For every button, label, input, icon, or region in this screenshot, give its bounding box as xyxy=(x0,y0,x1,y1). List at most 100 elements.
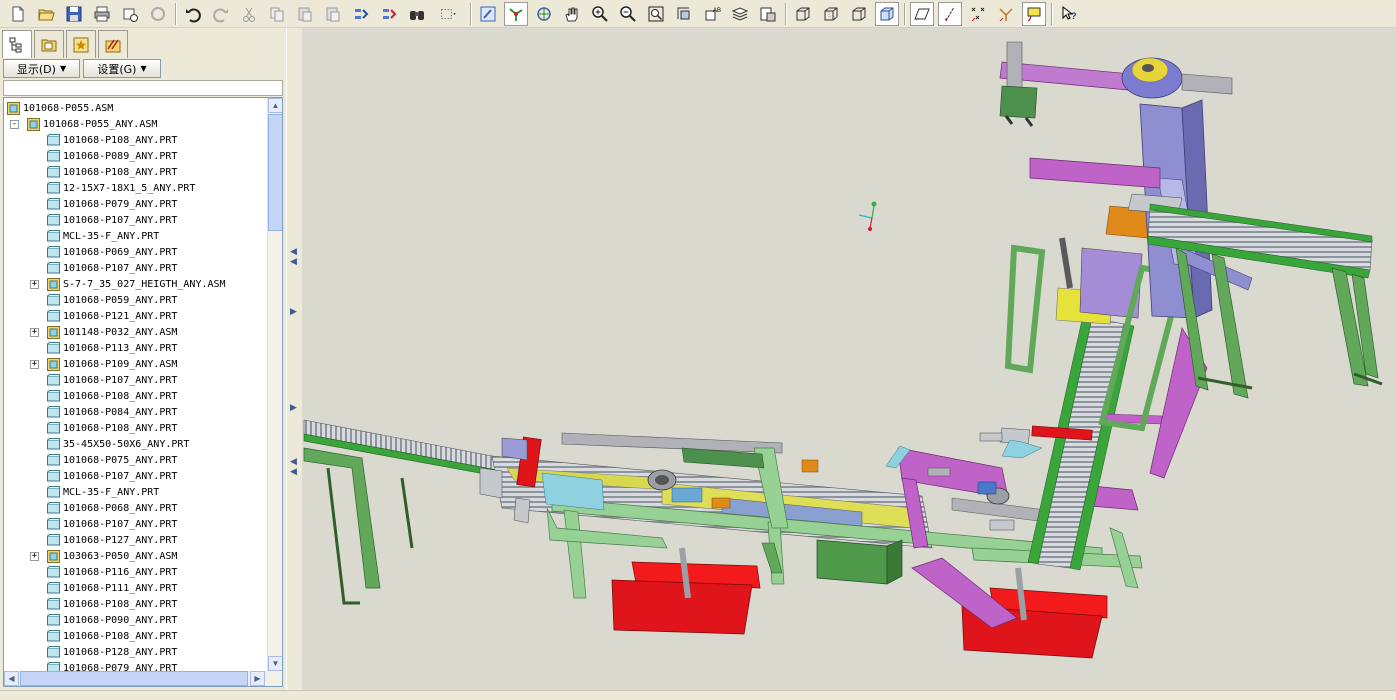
tree-part-item[interactable]: 101068-P079_ANY.PRT xyxy=(47,660,177,671)
tree-vertical-scrollbar[interactable]: ▲ ▼ xyxy=(267,98,282,671)
tree-part-item[interactable]: MCL-35-F_ANY.PRT xyxy=(47,228,159,244)
tree-root-item[interactable]: 101068-P055.ASM xyxy=(7,100,113,116)
collapse-toggle-icon[interactable]: - xyxy=(10,120,19,129)
expand-toggle-icon[interactable]: + xyxy=(30,280,39,289)
tree-part-item[interactable]: 101068-P079_ANY.PRT xyxy=(47,196,177,212)
expand-arrow-icon[interactable]: ▶ xyxy=(290,306,297,317)
expand-toggle-icon[interactable]: + xyxy=(30,552,39,561)
context-help-icon[interactable]: ? xyxy=(1057,2,1081,26)
tree-part-item[interactable]: 101068-P090_ANY.PRT xyxy=(47,612,177,628)
tree-part-item[interactable]: 101068-P107_ANY.PRT xyxy=(47,212,177,228)
scroll-left-icon[interactable]: ◀ xyxy=(4,671,19,686)
datum-points-icon[interactable] xyxy=(966,2,990,26)
tree-part-item[interactable]: 101068-P128_ANY.PRT xyxy=(47,644,177,660)
tree-part-item[interactable]: 101068-P075_ANY.PRT xyxy=(47,452,177,468)
annotations-icon[interactable] xyxy=(1022,1,1046,26)
tree-part-item[interactable]: 101068-P107_ANY.PRT xyxy=(47,372,177,388)
toolbar-separator xyxy=(175,2,176,25)
favorites-tab-icon[interactable] xyxy=(66,30,96,58)
tree-part-item[interactable]: 101068-P108_ANY.PRT xyxy=(47,164,177,180)
tree-part-item[interactable]: 101068-P108_ANY.PRT xyxy=(47,596,177,612)
tree-part-item[interactable]: 101068-P068_ANY.PRT xyxy=(47,500,177,516)
expand-toggle-icon[interactable]: + xyxy=(30,360,39,369)
tree-item-label: 101068-P127_ANY.PRT xyxy=(63,534,178,546)
expand-toggle-icon[interactable]: + xyxy=(30,328,39,337)
shading-icon[interactable] xyxy=(875,1,899,26)
reorient-icon[interactable] xyxy=(672,2,696,26)
graphics-viewport[interactable] xyxy=(302,28,1396,690)
model-tree-tab-icon[interactable] xyxy=(2,30,32,58)
collapse-arrow-icon[interactable]: ◀ xyxy=(290,466,297,477)
no-hidden-icon[interactable] xyxy=(847,2,871,26)
panel-splitter[interactable]: ◀ ◀ ▶ ▶ ◀ ◀ xyxy=(286,28,302,690)
tree-part-item[interactable]: 35-45X50-50X6_ANY.PRT xyxy=(47,436,189,452)
tree-part-item[interactable]: MCL-35-F_ANY.PRT xyxy=(47,484,159,500)
tree-part-item[interactable]: 101068-P069_ANY.PRT xyxy=(47,244,177,260)
assembly-icon xyxy=(47,549,60,563)
regenerate-manager-icon[interactable] xyxy=(377,2,401,26)
refit-icon[interactable] xyxy=(644,2,668,26)
scroll-right-icon[interactable]: ▶ xyxy=(250,671,265,686)
tree-assembly-item[interactable]: 101068-P055_ANY.ASM xyxy=(27,116,157,132)
repaint-icon[interactable] xyxy=(476,2,500,26)
tree-assembly-item[interactable]: 101148-P032_ANY.ASM xyxy=(47,324,177,340)
tree-part-item[interactable]: 12-15X7-18X1_5_ANY.PRT xyxy=(47,180,195,196)
open-folder-icon[interactable] xyxy=(34,2,58,26)
send-mail-icon[interactable] xyxy=(118,2,142,26)
tree-part-item[interactable]: 101068-P089_ANY.PRT xyxy=(47,148,177,164)
tree-part-item[interactable]: 101068-P111_ANY.PRT xyxy=(47,580,177,596)
tree-part-item[interactable]: 101068-P116_ANY.PRT xyxy=(47,564,177,580)
scroll-thumb[interactable] xyxy=(268,114,282,231)
coord-sys-icon[interactable] xyxy=(994,2,1018,26)
part-icon xyxy=(47,533,60,545)
tree-part-item[interactable]: 101068-P084_ANY.PRT xyxy=(47,404,177,420)
tree-assembly-item[interactable]: 101068-P109_ANY.ASM xyxy=(47,356,177,372)
undo-icon[interactable] xyxy=(181,2,205,26)
collapse-arrow-icon[interactable]: ◀ xyxy=(290,256,297,267)
tree-assembly-item[interactable]: S-7-7_35_027_HEIGTH_ANY.ASM xyxy=(47,276,226,292)
zoom-in-icon[interactable] xyxy=(588,2,612,26)
new-file-icon[interactable] xyxy=(6,2,30,26)
folder-browser-tab-icon[interactable] xyxy=(34,30,64,58)
tree-part-item[interactable]: 101068-P059_ANY.PRT xyxy=(47,292,177,308)
display-menu-button[interactable]: 显示(D) ▼ xyxy=(3,59,80,78)
zoom-out-icon[interactable] xyxy=(616,2,640,26)
spin-center-icon[interactable] xyxy=(504,1,528,26)
scroll-down-icon[interactable]: ▼ xyxy=(268,656,282,671)
regenerate-icon[interactable] xyxy=(349,2,373,26)
tree-part-item[interactable]: 101068-P121_ANY.PRT xyxy=(47,308,177,324)
tree-part-item[interactable]: 101068-P127_ANY.PRT xyxy=(47,532,177,548)
tree-part-item[interactable]: 101068-P107_ANY.PRT xyxy=(47,468,177,484)
scroll-thumb-horizontal[interactable] xyxy=(20,671,248,686)
tree-part-item[interactable]: 101068-P108_ANY.PRT xyxy=(47,420,177,436)
find-binoculars-icon[interactable] xyxy=(405,2,429,26)
tree-item-label: 101068-P107_ANY.PRT xyxy=(63,214,178,226)
datum-axes-icon[interactable] xyxy=(938,1,962,26)
tree-assembly-item[interactable]: 103063-P050_ANY.ASM xyxy=(47,548,177,564)
tree-horizontal-scrollbar[interactable]: ◀ ▶ xyxy=(4,671,282,686)
scroll-up-icon[interactable]: ▲ xyxy=(268,98,282,113)
tree-part-item[interactable]: 101068-P107_ANY.PRT xyxy=(47,516,177,532)
connections-tab-icon[interactable] xyxy=(98,30,128,58)
saved-views-icon[interactable]: AB xyxy=(700,2,724,26)
wireframe-icon[interactable] xyxy=(791,2,815,26)
hidden-line-icon[interactable] xyxy=(819,2,843,26)
expand-arrow-icon[interactable]: ▶ xyxy=(290,402,297,413)
datum-planes-icon[interactable] xyxy=(910,1,934,26)
settings-menu-button[interactable]: 设置(G) ▼ xyxy=(83,59,161,78)
print-icon[interactable] xyxy=(90,2,114,26)
tree-part-item[interactable]: 101068-P107_ANY.PRT xyxy=(47,260,177,276)
tree-part-item[interactable]: 101068-P108_ANY.PRT xyxy=(47,132,177,148)
layers-icon[interactable] xyxy=(728,2,752,26)
tree-part-item[interactable]: 101068-P108_ANY.PRT xyxy=(47,388,177,404)
orient-mode-icon[interactable] xyxy=(532,2,556,26)
selection-box-icon[interactable] xyxy=(433,2,465,26)
tree-item-label: 101068-P108_ANY.PRT xyxy=(63,598,178,610)
part-icon xyxy=(47,165,60,177)
view-manager-icon[interactable] xyxy=(756,2,780,26)
save-icon[interactable] xyxy=(62,2,86,26)
pan-hand-icon[interactable] xyxy=(560,2,584,26)
tree-part-item[interactable]: 101068-P113_ANY.PRT xyxy=(47,340,177,356)
tree-part-item[interactable]: 101068-P108_ANY.PRT xyxy=(47,628,177,644)
part-icon xyxy=(47,565,60,577)
